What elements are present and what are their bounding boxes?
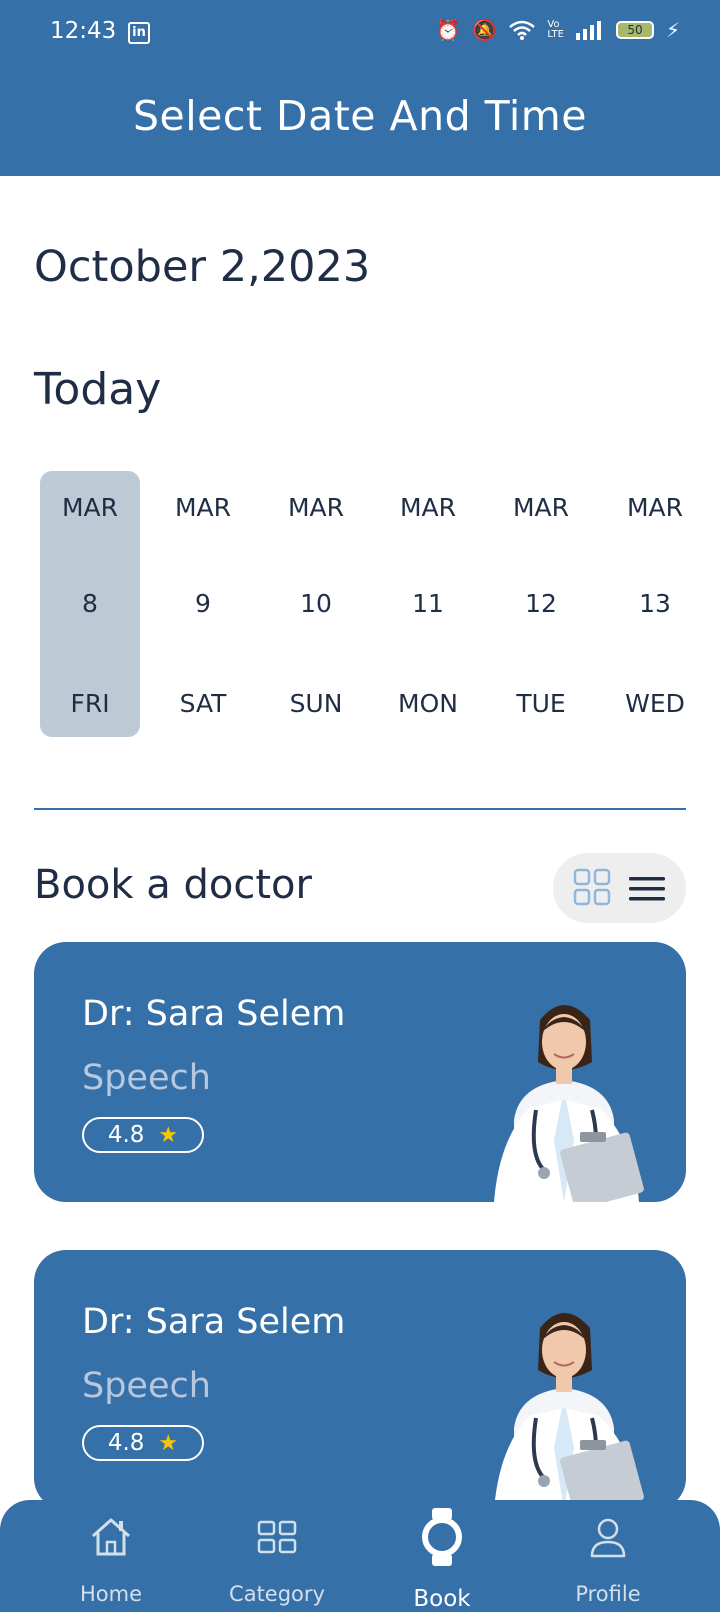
watch-icon xyxy=(422,1508,462,1566)
day-number: 8 xyxy=(82,589,98,618)
star-icon: ★ xyxy=(158,1122,179,1148)
nav-book-label: Book xyxy=(413,1586,471,1612)
star-icon: ★ xyxy=(158,1430,179,1456)
doctor-photo xyxy=(494,1313,644,1510)
nav-book[interactable]: Book xyxy=(362,1500,522,1612)
page-title: Select Date And Time xyxy=(133,92,587,140)
section-divider xyxy=(34,808,686,810)
doctor-name: Dr: Sara Selem xyxy=(82,1302,346,1342)
doctor-card[interactable]: Dr: Sara Selem Speech 4.8 ★ xyxy=(34,942,686,1202)
day-picker: MAR 8 FRI MAR 9 SAT MAR 10 SUN MAR 11 MO… xyxy=(40,471,720,737)
charging-icon: ⚡ xyxy=(665,18,680,42)
doctor-card[interactable]: Dr: Sara Selem Speech 4.8 ★ xyxy=(34,1250,686,1510)
profile-icon xyxy=(590,1518,626,1558)
doctor-specialty: Speech xyxy=(82,1366,211,1406)
day-number: 9 xyxy=(195,589,211,618)
day-weekday: SAT xyxy=(179,689,227,718)
status-icons: ⏰ 🔕 Vo LTE 50 ⚡ xyxy=(436,18,680,42)
bottom-nav: Home Category Book Profile xyxy=(0,1500,720,1612)
signal-icon xyxy=(575,21,601,40)
day-item-9[interactable]: MAR 9 SAT xyxy=(153,471,253,737)
day-month: MAR xyxy=(174,493,232,522)
rating-badge: 4.8 ★ xyxy=(82,1425,204,1461)
mute-icon: 🔕 xyxy=(472,18,498,42)
nav-home-label: Home xyxy=(79,1582,142,1606)
today-heading: Today xyxy=(34,364,162,415)
volte-icon: Vo LTE xyxy=(547,19,564,40)
day-weekday: TUE xyxy=(516,689,566,718)
wifi-icon xyxy=(509,20,536,40)
current-date: October 2,2023 xyxy=(34,242,371,292)
nav-home[interactable]: Home xyxy=(31,1500,191,1612)
category-icon xyxy=(257,1520,297,1554)
nav-category[interactable]: Category xyxy=(197,1500,357,1612)
nav-profile[interactable]: Profile xyxy=(528,1500,688,1612)
day-number: 11 xyxy=(412,589,444,618)
view-toggle xyxy=(553,853,686,923)
day-number: 10 xyxy=(300,589,332,618)
day-month: MAR xyxy=(61,493,119,522)
linkedin-icon: in xyxy=(128,22,150,44)
app-header: Select Date And Time xyxy=(0,64,720,176)
rating-value: 4.8 xyxy=(107,1430,145,1456)
day-weekday: FRI xyxy=(70,689,110,718)
alarm-icon: ⏰ xyxy=(435,18,461,42)
day-item-12[interactable]: MAR 12 TUE xyxy=(491,471,591,737)
rating-value: 4.8 xyxy=(107,1122,145,1148)
doctor-photo xyxy=(494,1005,644,1202)
doctor-specialty: Speech xyxy=(82,1058,211,1098)
day-month: MAR xyxy=(512,493,570,522)
nav-category-label: Category xyxy=(229,1582,325,1606)
day-number: 13 xyxy=(639,589,671,618)
doctor-name: Dr: Sara Selem xyxy=(82,994,346,1034)
day-month: MAR xyxy=(626,493,684,522)
day-weekday: MON xyxy=(398,689,458,718)
rating-badge: 4.8 ★ xyxy=(82,1117,204,1153)
day-item-13[interactable]: MAR 13 WED xyxy=(605,471,705,737)
status-bar: 12:43 in ⏰ 🔕 Vo LTE 50 ⚡ xyxy=(0,0,720,64)
status-time: 12:43 xyxy=(50,18,117,44)
list-view-icon[interactable] xyxy=(628,875,666,903)
day-weekday: SUN xyxy=(289,689,343,718)
day-number: 12 xyxy=(525,589,557,618)
day-item-11[interactable]: MAR 11 MON xyxy=(378,471,478,737)
battery-icon: 50 xyxy=(615,21,654,39)
nav-profile-label: Profile xyxy=(575,1582,641,1606)
day-item-10[interactable]: MAR 10 SUN xyxy=(266,471,366,737)
day-item-8[interactable]: MAR 8 FRI xyxy=(40,471,140,737)
home-icon xyxy=(92,1518,130,1556)
day-month: MAR xyxy=(287,493,345,522)
book-doctor-heading: Book a doctor xyxy=(34,862,312,908)
grid-view-icon[interactable] xyxy=(573,868,611,906)
day-month: MAR xyxy=(399,493,457,522)
day-weekday: WED xyxy=(625,689,685,718)
